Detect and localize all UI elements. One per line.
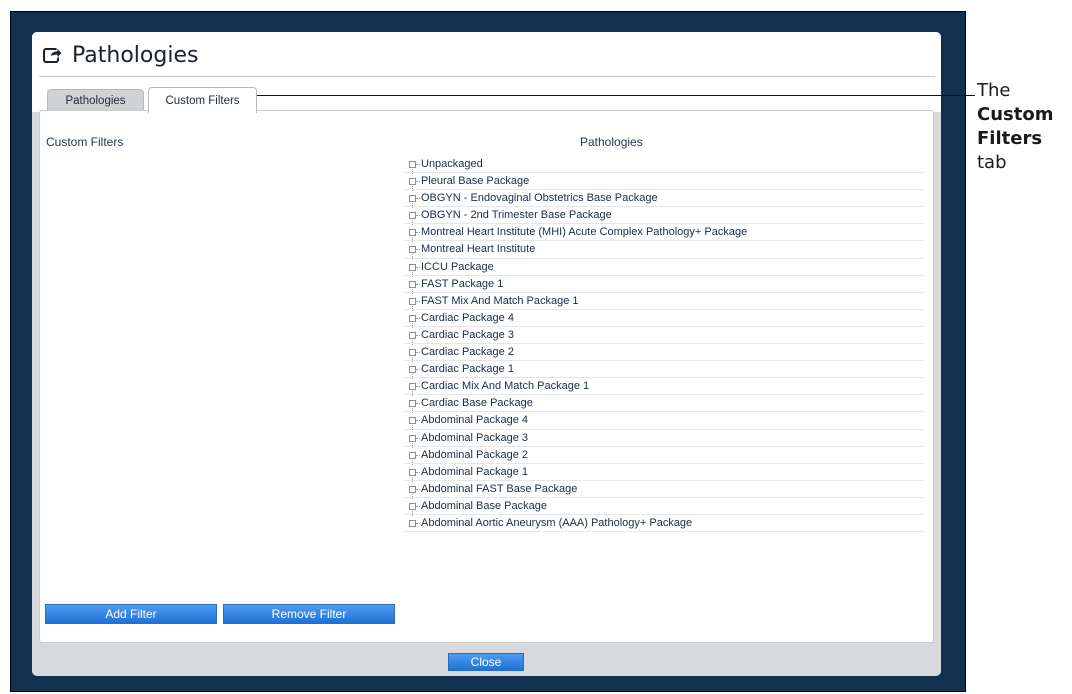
pathology-tree-item-label: FAST Package 1 xyxy=(421,277,504,290)
tree-connector xyxy=(416,386,420,388)
tree-connector xyxy=(416,522,420,525)
tree-connector xyxy=(416,471,420,474)
pathology-tree-item[interactable]: Abdominal Package 2 xyxy=(405,447,923,465)
pathology-tree-item-label: Abdominal Package 1 xyxy=(421,465,529,478)
tree-connector xyxy=(416,283,420,286)
open-external-icon xyxy=(43,47,63,63)
pathology-tree-item-label: Pleural Base Package xyxy=(421,175,530,188)
pathology-tree-item-label: Montreal Heart Institute xyxy=(421,243,536,256)
tree-connector xyxy=(416,249,420,251)
pathology-tree-item-label: OBGYN - 2nd Trimester Base Package xyxy=(421,209,612,222)
remove-filter-button[interactable]: Remove Filter xyxy=(223,604,395,624)
tree-connector xyxy=(416,266,420,269)
tree-connector xyxy=(416,198,420,200)
tree-connector xyxy=(416,317,420,320)
tree-connector xyxy=(416,369,420,371)
pathology-tree-item-label: Cardiac Mix And Match Package 1 xyxy=(421,380,590,393)
close-button[interactable]: Close xyxy=(448,653,524,671)
pathology-tree-item[interactable]: Abdominal FAST Base Package xyxy=(405,481,923,499)
title-divider xyxy=(39,76,935,77)
pathology-tree-item[interactable]: Cardiac Mix And Match Package 1 xyxy=(405,378,923,397)
pathology-tree-item-label: Cardiac Base Package xyxy=(421,397,533,410)
pathology-tree-item[interactable]: Montreal Heart Institute xyxy=(405,241,923,260)
dialog-title: Pathologies xyxy=(72,43,199,68)
pathology-tree-item[interactable]: Abdominal Package 1 xyxy=(405,464,923,482)
pathology-tree-item[interactable]: Montreal Heart Institute (MHI) Acute Com… xyxy=(405,224,923,243)
callout-line-1: The xyxy=(977,80,1011,101)
pathologies-tree: Unpackaged Pleural Base Package OBGYN - En… xyxy=(405,156,923,533)
pathology-tree-item-label: Unpackaged xyxy=(421,158,483,170)
tree-connector xyxy=(416,300,420,303)
tree-connector xyxy=(416,420,420,422)
pathology-tree-item[interactable]: FAST Mix And Match Package 1 xyxy=(405,293,923,311)
pathology-tree-item-label: Cardiac Package 1 xyxy=(421,363,514,376)
tree-connector xyxy=(416,164,420,166)
tree-connector xyxy=(416,437,420,440)
pathology-tree-item-label: Montreal Heart Institute (MHI) Acute Com… xyxy=(421,226,748,239)
custom-filters-label: Custom Filters xyxy=(46,135,124,149)
pathology-tree-item[interactable]: Pleural Base Package xyxy=(405,173,923,192)
pathology-tree-item-label: Abdominal Aortic Aneurysm (AAA) Patholog… xyxy=(421,516,693,529)
tab-custom-filters[interactable]: Custom Filters xyxy=(148,87,257,113)
tree-connector xyxy=(416,454,420,457)
pathology-tree-item-label: Abdominal Package 3 xyxy=(421,431,529,444)
tree-connector xyxy=(416,232,420,234)
pathologies-dialog: Pathologies Pathologies Custom Filters C… xyxy=(32,32,941,676)
callout-line-2: Custom xyxy=(977,104,1054,125)
callout-pointer-line xyxy=(257,95,975,96)
pathology-tree-item[interactable]: Cardiac Package 4 xyxy=(405,310,923,328)
pathology-tree-item-label: ICCU Package xyxy=(421,260,494,273)
pathology-tree-item-label: Abdominal Base Package xyxy=(421,499,547,512)
tree-connector xyxy=(416,488,420,491)
pathology-tree-item[interactable]: ICCU Package xyxy=(405,259,923,277)
pathology-tree-item[interactable]: Abdominal Aortic Aneurysm (AAA) Patholog… xyxy=(405,515,923,533)
tree-connector xyxy=(416,215,420,217)
pathology-tree-item[interactable]: Cardiac Base Package xyxy=(405,395,923,414)
callout-line-4: tab xyxy=(977,152,1007,173)
pathology-tree-item[interactable]: FAST Package 1 xyxy=(405,276,923,294)
pathology-tree-item[interactable]: OBGYN - Endovaginal Obstetrics Base Pack… xyxy=(405,190,923,209)
pathology-tree-item-label: Cardiac Package 2 xyxy=(421,346,514,359)
pathology-tree-item-label: Cardiac Package 4 xyxy=(421,311,514,324)
pathologies-header: Pathologies xyxy=(580,135,643,149)
pathology-tree-item[interactable]: OBGYN - 2nd Trimester Base Package xyxy=(405,207,923,226)
pathology-tree-item[interactable]: Cardiac Package 1 xyxy=(405,361,923,380)
add-filter-button[interactable]: Add Filter xyxy=(45,604,217,624)
pathology-tree-item[interactable]: Abdominal Package 4 xyxy=(405,412,923,431)
callout-annotation: The Custom Filters tab xyxy=(977,79,1072,175)
pathology-tree-item-label: Cardiac Package 3 xyxy=(421,328,514,341)
pathology-tree-item[interactable]: Abdominal Package 3 xyxy=(405,430,923,448)
pathology-tree-item-label: Abdominal Package 4 xyxy=(421,414,529,427)
tab-content-panel: Custom Filters Pathologies Unpackaged Ple… xyxy=(39,110,934,643)
pathology-tree-item-label: Abdominal Package 2 xyxy=(421,448,529,461)
tab-pathologies[interactable]: Pathologies xyxy=(47,89,144,112)
pathology-tree-item-label: FAST Mix And Match Package 1 xyxy=(421,294,579,307)
pathology-tree-item-label: Abdominal FAST Base Package xyxy=(421,482,578,495)
pathology-tree-item[interactable]: Abdominal Base Package xyxy=(405,498,923,516)
callout-line-3: Filters xyxy=(977,128,1043,149)
tree-connector xyxy=(416,181,420,183)
tree-connector xyxy=(416,403,420,405)
pathology-tree-item[interactable]: Unpackaged xyxy=(405,156,923,174)
tree-connector xyxy=(416,334,420,337)
tree-connector xyxy=(416,352,420,354)
pathology-tree-item[interactable]: Cardiac Package 2 xyxy=(405,344,923,363)
pathology-tree-item[interactable]: Cardiac Package 3 xyxy=(405,327,923,345)
pathology-tree-item-label: OBGYN - Endovaginal Obstetrics Base Pack… xyxy=(421,192,658,205)
expand-node-icon[interactable] xyxy=(409,519,416,527)
tree-connector xyxy=(416,505,420,508)
